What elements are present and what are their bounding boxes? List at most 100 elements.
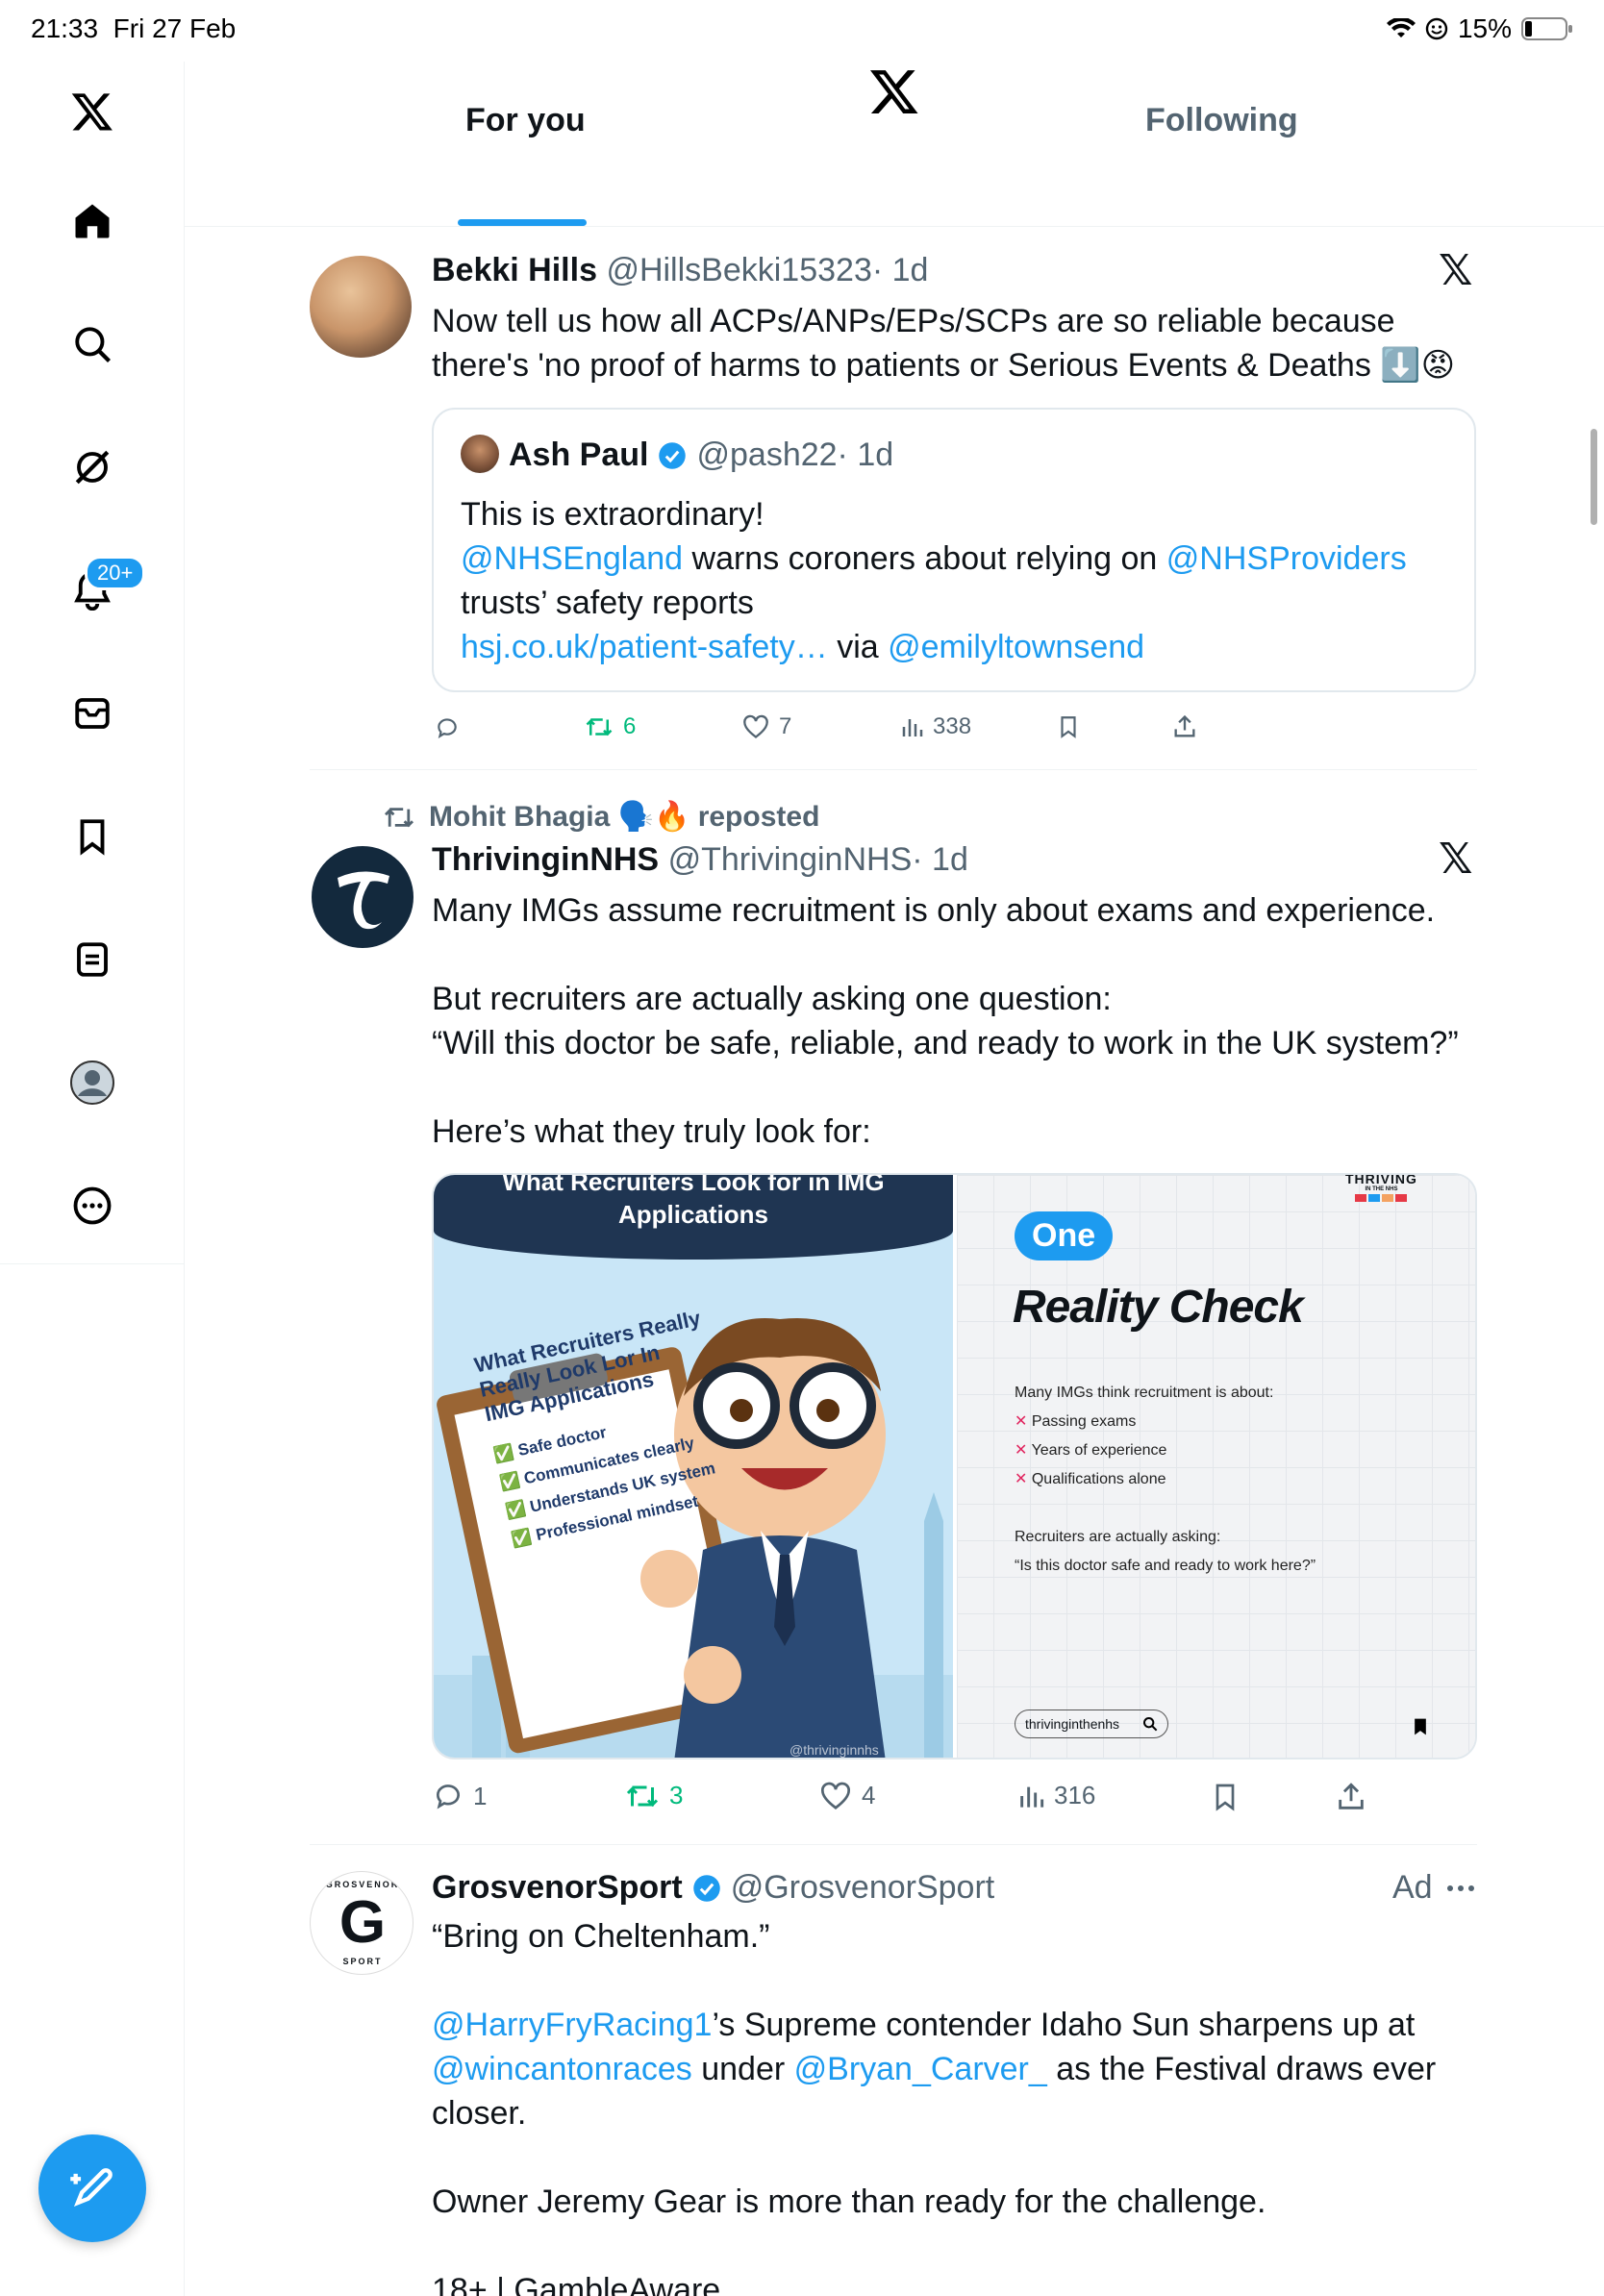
messages-icon[interactable] — [69, 690, 115, 736]
home-icon[interactable] — [69, 198, 115, 244]
avatar[interactable] — [312, 846, 414, 948]
focus-icon — [1425, 17, 1448, 40]
reply-icon — [437, 1784, 460, 1809]
media-image-recruiters[interactable]: What Recruiters Look for in IMG Applicat… — [434, 1175, 953, 1758]
repost-icon — [586, 718, 613, 736]
more-icon[interactable] — [69, 1183, 115, 1229]
bookmark-button[interactable] — [1210, 1781, 1241, 1818]
mention-link[interactable]: @HarryFryRacing1 — [432, 2007, 712, 2043]
verified-badge-icon — [692, 1874, 720, 1902]
share-button[interactable] — [1335, 1781, 1367, 1818]
sidebar: 20+ — [0, 62, 185, 2296]
status-bar: 21:33 Fri 27 Feb 15% — [0, 0, 1604, 62]
avatar[interactable] — [310, 256, 415, 362]
reply-button[interactable]: 1 — [433, 1781, 487, 1811]
image-title: Reality Check — [1013, 1282, 1304, 1333]
quote-header: Ash Paul @pash22· 1d — [509, 437, 893, 474]
search-icon — [1143, 1717, 1158, 1732]
thriving-logo-icon — [338, 871, 389, 930]
image-credit: @thrivinginnhs — [789, 1742, 879, 1758]
bookmark-icon — [1216, 1784, 1235, 1811]
sidebar-divider — [0, 1263, 185, 1264]
profile-avatar-icon[interactable] — [69, 1060, 115, 1106]
wifi-icon — [1386, 18, 1416, 37]
reply-button[interactable] — [435, 715, 469, 740]
views-button[interactable]: 338 — [900, 713, 971, 740]
mention-link[interactable]: @NHSEngland — [461, 540, 683, 577]
post-time[interactable]: · 1d — [912, 841, 968, 878]
author-name[interactable]: GrosvenorSport — [432, 1869, 683, 1907]
post-time[interactable]: · 1d — [872, 252, 929, 288]
bookmarks-icon[interactable] — [69, 813, 115, 860]
ad-label: Ad — [1392, 1869, 1475, 1907]
share-icon — [1339, 1783, 1364, 1809]
share-button[interactable] — [1171, 713, 1198, 745]
author-handle[interactable]: @GrosvenorSport — [731, 1869, 995, 1907]
status-time: 21:33 Fri 27 Feb — [31, 13, 237, 43]
media-image-reality-check[interactable]: THRIVING IN THE NHS One Reality Check Ma… — [957, 1175, 1475, 1758]
repost-icon — [626, 1785, 659, 1807]
views-button[interactable]: 316 — [1017, 1781, 1095, 1810]
tab-active-indicator — [458, 219, 587, 226]
post-text: “Bring on Cheltenham.” @HarryFryRacing1’… — [432, 1918, 1437, 2296]
notifications-badge: 20+ — [85, 556, 146, 590]
post-divider — [310, 1844, 1477, 1845]
quote-text: This is extraordinary! @NHSEngland warns… — [461, 496, 1407, 665]
post-text: Many IMGs assume recruitment is only abo… — [432, 892, 1459, 1150]
mention-link[interactable]: @wincantonraces — [432, 2051, 692, 2087]
post-media[interactable]: What Recruiters Look for in IMG Applicat… — [432, 1173, 1477, 1759]
more-options-icon[interactable] — [1446, 1884, 1475, 1892]
post-header: Bekki Hills @HillsBekki15323· 1d — [432, 252, 928, 289]
x-logo-icon — [868, 65, 920, 122]
lists-icon[interactable] — [69, 936, 115, 983]
repost-icon — [385, 807, 414, 827]
battery-icon — [1521, 17, 1572, 40]
post-header: ThrivinginNHS @ThrivinginNHS· 1d — [432, 841, 968, 879]
like-button[interactable]: 7 — [742, 713, 791, 740]
repost-context: Mohit Bhagia 🗣️🔥 reposted — [383, 800, 819, 834]
bookmark-icon — [1415, 1718, 1426, 1735]
author-handle[interactable]: @HillsBekki15323 — [606, 252, 871, 288]
views-chart-icon — [902, 719, 923, 736]
post-divider — [310, 769, 1477, 770]
avatar[interactable]: GROSVENOR G SPORT — [310, 1871, 414, 1975]
compose-post-button[interactable] — [38, 2134, 146, 2242]
post-text: Now tell us how all ACPs/ANPs/EPs/SCPs a… — [432, 303, 1456, 384]
post-header: GrosvenorSport @GrosvenorSport — [432, 1869, 994, 1907]
repost-button[interactable]: 3 — [625, 1781, 683, 1810]
repost-button[interactable]: 6 — [585, 713, 636, 740]
share-icon — [1174, 714, 1195, 737]
reply-icon — [438, 718, 457, 738]
url-link[interactable]: hsj.co.uk/patient-safety… — [461, 629, 828, 665]
quoted-post[interactable]: Ash Paul @pash22· 1d This is extraordina… — [432, 408, 1476, 692]
scrollbar[interactable] — [1591, 429, 1597, 525]
mention-link[interactable]: @NHSProviders — [1166, 540, 1407, 577]
heart-icon — [743, 714, 768, 738]
x-logo-icon[interactable] — [69, 88, 115, 135]
bookmark-button[interactable] — [1056, 713, 1081, 745]
avatar — [461, 435, 499, 473]
mention-link[interactable]: @Bryan_Carver_ — [794, 2051, 1047, 2087]
x-logo-icon[interactable]: 𝕏 — [1439, 246, 1472, 295]
author-name[interactable]: ThrivinginNHS — [432, 841, 659, 878]
status-right: 15% — [1386, 13, 1573, 44]
image-body: Many IMGs think recruitment is about: ✕ … — [1015, 1385, 1316, 1574]
views-chart-icon — [1020, 1786, 1044, 1808]
search-icon[interactable] — [69, 321, 115, 367]
author-name[interactable]: Bekki Hills — [432, 252, 597, 288]
verified-badge-icon — [659, 441, 687, 469]
step-pill: One — [1015, 1211, 1114, 1260]
quote-author-handle: @pash22 — [696, 437, 838, 473]
x-logo-icon[interactable]: 𝕏 — [1439, 835, 1472, 884]
compose-feather-icon — [70, 2168, 113, 2208]
tab-following[interactable]: Following — [1145, 102, 1298, 139]
battery-percent: 15% — [1457, 13, 1512, 43]
thriving-logo: THRIVING IN THE NHS — [1345, 1175, 1417, 1202]
mention-link[interactable]: @emilyltownsend — [888, 629, 1144, 665]
image-search-bar: thrivinginthenhs — [1015, 1710, 1168, 1738]
heart-icon — [821, 1782, 850, 1809]
tab-for-you[interactable]: For you — [465, 102, 586, 139]
like-button[interactable]: 4 — [819, 1781, 875, 1810]
grok-icon[interactable] — [69, 444, 115, 490]
author-handle[interactable]: @ThrivinginNHS — [668, 841, 913, 878]
